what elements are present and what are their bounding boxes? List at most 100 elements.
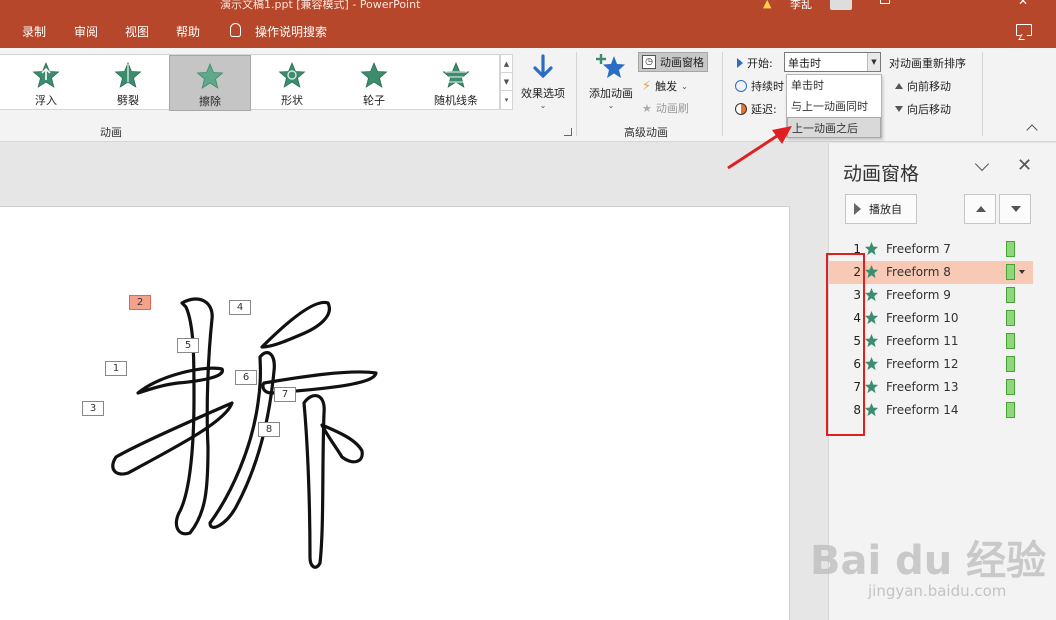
warning-icon[interactable]: ▲ [763, 0, 771, 10]
stroke-shape-3 [111, 401, 234, 476]
move-later-button[interactable]: 向后移动 [895, 101, 951, 117]
animation-pane-button[interactable]: ◷ 动画窗格 [638, 52, 708, 72]
timing-bar[interactable] [1006, 287, 1015, 303]
effect-options-button[interactable]: 效果选项 ⌄ [516, 54, 570, 110]
start-label-row: 开始: [737, 55, 773, 71]
anim-tag-1[interactable]: 1 [105, 361, 127, 376]
trigger-label: 触发 [655, 80, 678, 93]
reorder-title: 对动画重新排序 [889, 57, 966, 70]
pane-title: 动画窗格 [843, 163, 920, 185]
anim-wipe[interactable]: 擦除 [169, 55, 251, 111]
timing-bar[interactable] [1006, 402, 1015, 418]
anim-tag-6[interactable]: 6 [235, 370, 257, 385]
group-label-advanced: 高级动画 [624, 126, 668, 139]
start-option-with-previous[interactable]: 与上一动画同时 [787, 96, 881, 117]
pane-close-icon[interactable]: ✕ [1017, 155, 1032, 176]
dialog-launcher-icon[interactable] [564, 128, 572, 136]
gallery-more-icon[interactable]: ▾ [501, 91, 512, 109]
play-icon [854, 203, 861, 215]
anim-float-in[interactable]: 浮入 [5, 55, 87, 111]
move-down-button[interactable] [999, 194, 1031, 224]
item-name: Freeform 14 [886, 403, 959, 417]
anim-tag-3[interactable]: 3 [82, 401, 104, 416]
group-divider [576, 52, 577, 136]
effect-star-icon [864, 333, 879, 348]
handwritten-character[interactable] [0, 207, 790, 620]
ribbon-display-icon[interactable] [880, 0, 890, 4]
anim-tag-7[interactable]: 7 [274, 387, 296, 402]
shape-star-icon [278, 61, 306, 88]
play-triangle-icon [737, 58, 743, 68]
start-dropdown-list: 单击时 与上一动画同时 上一动画之后 [786, 74, 882, 138]
anim-tag-8[interactable]: 8 [258, 422, 280, 437]
play-from-label: 播放自 [869, 203, 902, 216]
timing-bar[interactable] [1006, 379, 1015, 395]
move-earlier-button[interactable]: 向前移动 [895, 78, 951, 94]
anim-label: 浮入 [35, 94, 57, 107]
tab-review[interactable]: 审阅 [74, 23, 98, 40]
gallery-down-icon[interactable]: ▼ [501, 73, 512, 91]
stroke-shape-2 [174, 297, 214, 536]
watermark: Bai du 经验 jingyan.baidu.com [810, 500, 1050, 610]
item-name: Freeform 10 [886, 311, 959, 325]
lightning-icon: ⚡ [642, 78, 652, 94]
pane-options-chevron-icon[interactable] [974, 156, 990, 172]
item-name: Freeform 9 [886, 288, 951, 302]
anim-tag-5[interactable]: 5 [177, 338, 199, 353]
start-select[interactable]: 单击时 ▼ [784, 52, 881, 72]
down-arrow-icon [1011, 206, 1021, 212]
collapse-ribbon-icon[interactable] [1026, 124, 1038, 136]
item-name: Freeform 11 [886, 334, 959, 348]
start-option-after-previous[interactable]: 上一动画之后 [787, 117, 881, 138]
start-option-on-click[interactable]: 单击时 [787, 75, 881, 96]
anim-label: 形状 [281, 94, 303, 107]
animation-painter-button[interactable]: ★ 动画刷 [642, 100, 689, 116]
duration-row: 持续时 [735, 78, 784, 94]
add-animation-icon [596, 54, 625, 78]
close-window-icon[interactable]: ✕ [1018, 0, 1028, 8]
comments-icon[interactable] [1016, 24, 1032, 36]
anim-shape[interactable]: 形状 [251, 55, 333, 111]
anim-label: 劈裂 [117, 94, 139, 107]
timing-bar[interactable] [1006, 264, 1015, 280]
gallery-scroll[interactable]: ▲ ▼ ▾ [500, 54, 513, 110]
anim-tag-2[interactable]: 2 [129, 295, 151, 310]
timing-bar[interactable] [1006, 310, 1015, 326]
add-animation-button[interactable]: 添加动画 ⌄ [584, 52, 638, 110]
watermark-url: jingyan.baidu.com [868, 582, 1007, 600]
wipe-star-icon [196, 62, 224, 89]
chevron-down-icon: ⌄ [539, 101, 547, 110]
timing-bar[interactable] [1006, 333, 1015, 349]
avatar[interactable] [830, 0, 852, 10]
random-bars-star-icon [442, 61, 470, 88]
user-name[interactable]: 李乱 [790, 0, 812, 12]
up-triangle-icon [895, 83, 903, 89]
dropdown-arrow-icon[interactable]: ▼ [867, 53, 880, 71]
effect-star-icon [864, 264, 879, 279]
trigger-button[interactable]: ⚡ 触发 ⌄ [642, 78, 688, 94]
gallery-up-icon[interactable]: ▲ [501, 55, 512, 73]
tell-me-search[interactable]: 操作说明搜索 [255, 23, 327, 40]
group-divider [982, 52, 983, 136]
anim-split[interactable]: 劈裂 [87, 55, 169, 111]
timing-bar[interactable] [1006, 241, 1015, 257]
stroke-shape-4 [260, 300, 331, 349]
item-menu-chevron-icon[interactable] [1019, 270, 1025, 274]
slide-editor: 1 2 3 4 5 6 7 8 [0, 143, 828, 620]
wheel-star-icon [360, 61, 388, 88]
tab-view[interactable]: 视图 [125, 23, 149, 40]
item-name: Freeform 12 [886, 357, 959, 371]
slide-canvas[interactable] [0, 206, 790, 620]
clock-icon [735, 80, 747, 92]
effect-star-icon [864, 241, 879, 256]
start-select-value: 单击时 [788, 57, 821, 70]
move-up-button[interactable] [964, 194, 996, 224]
timing-bar[interactable] [1006, 356, 1015, 372]
anim-random-bars[interactable]: 随机线条 [415, 55, 497, 111]
anim-wheel[interactable]: 轮子 [333, 55, 415, 111]
tab-help[interactable]: 帮助 [176, 23, 200, 40]
lightbulb-icon [230, 23, 241, 37]
play-from-button[interactable]: 播放自 [845, 194, 917, 224]
anim-tag-4[interactable]: 4 [229, 300, 251, 315]
tab-record[interactable]: 录制 [22, 23, 46, 40]
